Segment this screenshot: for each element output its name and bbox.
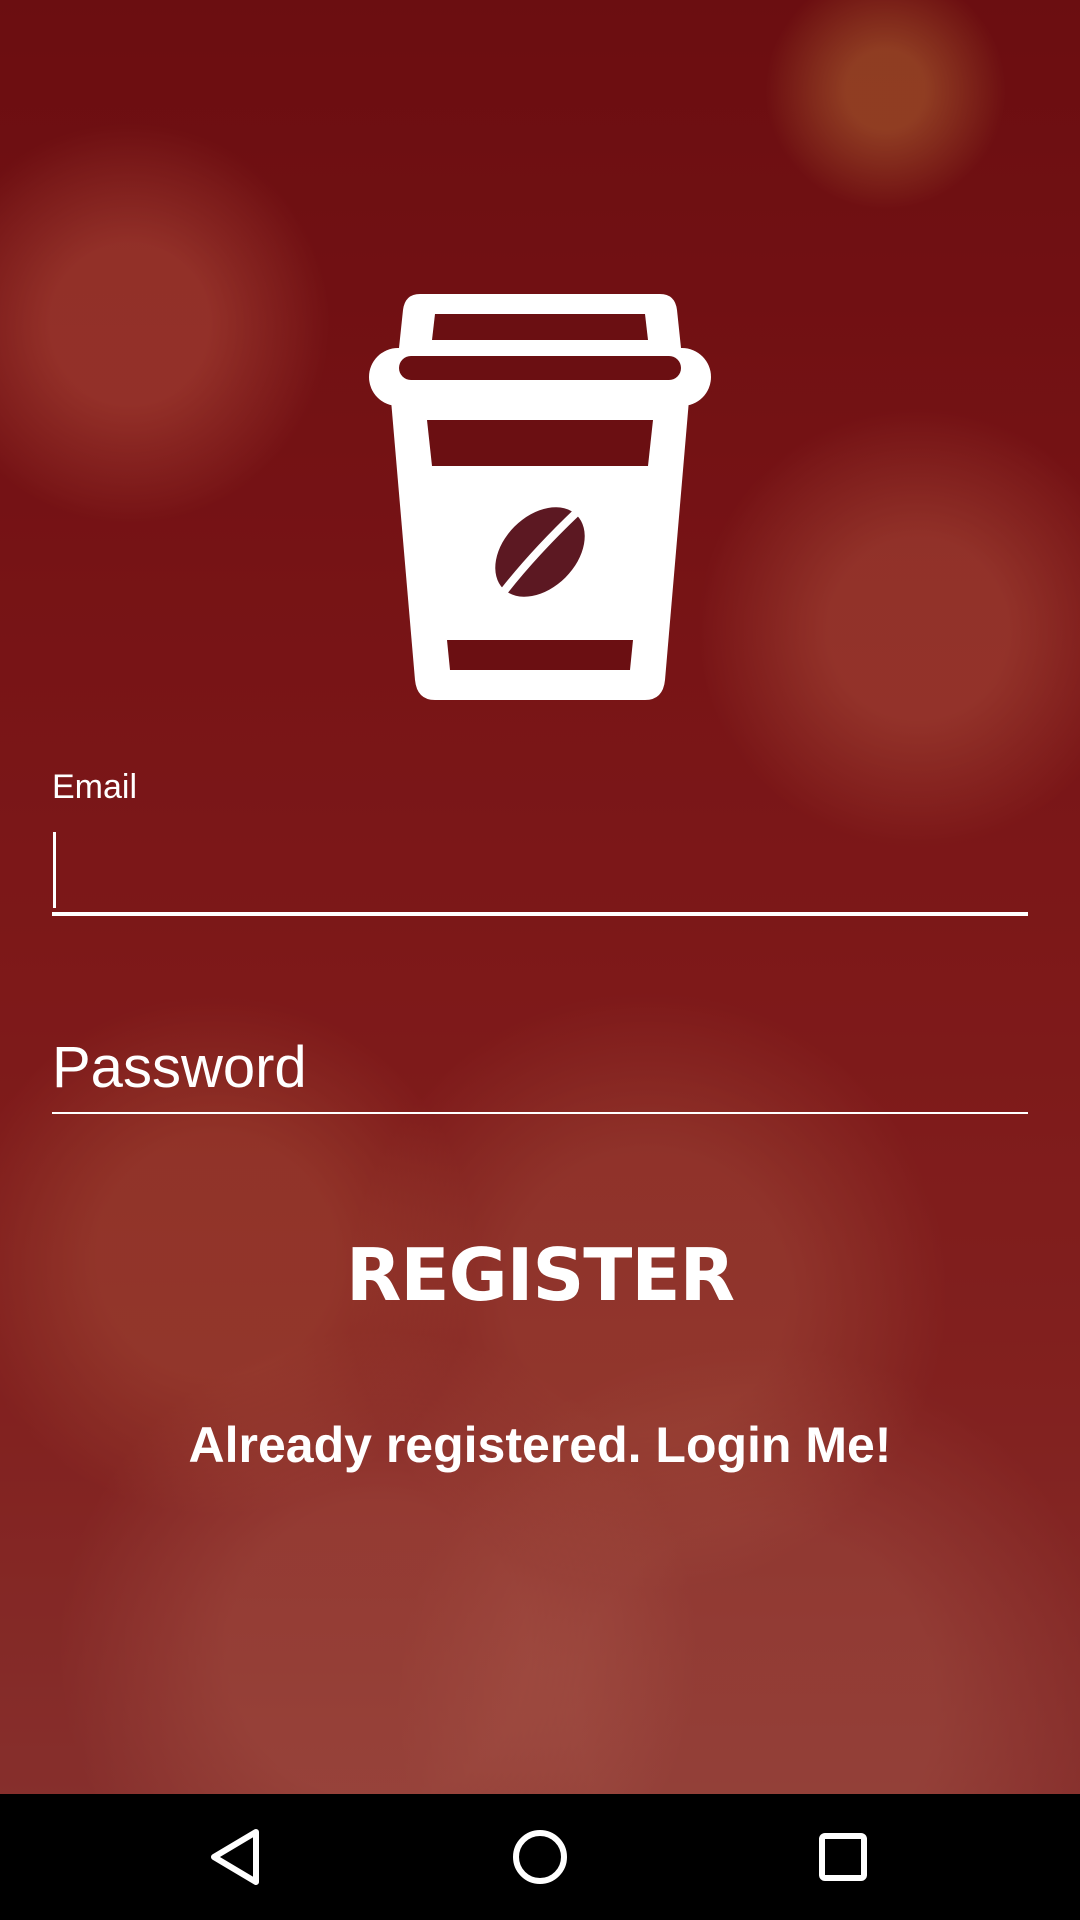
email-field[interactable] xyxy=(52,820,1028,916)
register-form-area: Email REGISTER Already registered. Login… xyxy=(0,0,1080,1794)
home-circle-icon[interactable] xyxy=(505,1822,575,1892)
system-navigation-bar xyxy=(0,1794,1080,1920)
coffee-cup-bean-icon xyxy=(369,294,711,700)
email-label: Email xyxy=(52,768,138,806)
recents-square-icon[interactable] xyxy=(808,1822,878,1892)
text-cursor xyxy=(53,832,56,908)
register-button[interactable]: REGISTER xyxy=(290,1225,790,1325)
login-link[interactable]: Already registered. Login Me! xyxy=(140,1410,940,1480)
back-triangle-icon[interactable] xyxy=(200,1822,270,1892)
register-screen: Email REGISTER Already registered. Login… xyxy=(0,0,1080,1920)
password-field[interactable] xyxy=(52,1022,1028,1114)
